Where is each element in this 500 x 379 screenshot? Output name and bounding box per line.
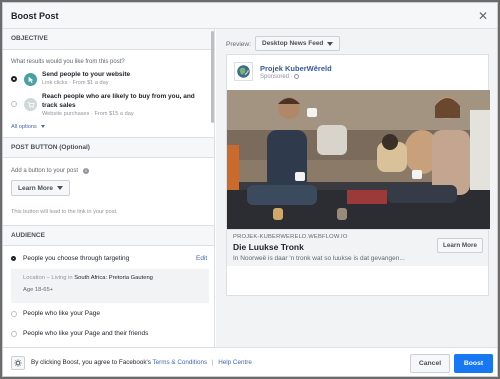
link-description: In Noorweë is daar 'n tronk wat so luuks…: [233, 255, 405, 262]
terms-link[interactable]: Terms & Conditions: [153, 359, 208, 366]
cta-learn-more-button[interactable]: Learn More: [437, 238, 483, 253]
dialog-footer: By clicking Boost, you agree to Facebook…: [3, 347, 497, 376]
audience-header: AUDIENCE: [3, 225, 214, 246]
objective-header: OBJECTIVE: [3, 29, 214, 50]
objective-radio[interactable]: [11, 101, 17, 107]
link-headline: Die Luukse Tronk: [233, 242, 304, 252]
audience-option-label: People who like your Page: [23, 310, 100, 317]
page-avatar[interactable]: [234, 62, 253, 81]
gear-icon: [14, 359, 22, 367]
footer-separator: |: [211, 359, 214, 366]
audience-option-label: People who like your Page and their frie…: [23, 330, 149, 337]
ad-image[interactable]: [227, 90, 490, 229]
cancel-button[interactable]: Cancel: [410, 354, 450, 373]
chevron-down-icon: [57, 186, 64, 190]
cursor-icon: [24, 73, 37, 86]
post-button-header: POST BUTTON (Optional): [3, 137, 214, 158]
left-panel-scrollbar[interactable]: [211, 31, 214, 123]
audience-option-label: People you choose through targeting: [23, 255, 130, 262]
objective-option-title: Send people to your website: [42, 71, 131, 78]
objective-radio-selected[interactable]: [11, 76, 17, 82]
post-button-dropdown[interactable]: Learn More: [11, 180, 71, 196]
audience-radio-selected[interactable]: [11, 256, 16, 261]
targeting-summary: Location – Living in South Africa: Preto…: [11, 269, 209, 303]
preview-panel: Preview: Desktop News Feed Projek KuberW…: [216, 29, 497, 347]
chevron-down-icon: [40, 125, 45, 128]
boost-button[interactable]: Boost: [454, 354, 493, 373]
audience-radio[interactable]: [11, 331, 17, 337]
audience-radio[interactable]: [11, 311, 17, 317]
audience-edit-link[interactable]: Edit: [196, 255, 207, 262]
location-line: Location – Living in South Africa: Preto…: [23, 275, 153, 281]
settings-button[interactable]: [11, 356, 25, 370]
objective-option-subtitle: Link clicks · From $1 a day: [42, 80, 109, 86]
preview-label: Preview:: [226, 41, 251, 48]
shopping-cart-icon: [24, 98, 37, 111]
sponsored-line: Sponsored ·: [260, 74, 300, 81]
sponsored-label: Sponsored ·: [260, 74, 293, 81]
placement-dropdown[interactable]: Desktop News Feed: [255, 36, 341, 51]
help-centre-link[interactable]: Help Centre: [218, 359, 252, 366]
settings-panel: OBJECTIVE What results would you like fr…: [3, 29, 215, 347]
globe-logo-icon: [237, 65, 250, 78]
ad-preview-card: Projek KuberWêreld Sponsored · PROJEK-KU…: [226, 54, 490, 296]
boost-post-dialog: Boost Post ✕ OBJECTIVE What results woul…: [2, 2, 498, 377]
page-name[interactable]: Projek KuberWêreld: [260, 64, 332, 73]
terms-prefix: By clicking Boost, you agree to Facebook…: [31, 359, 151, 366]
post-button-note: This button will lead to the link in you…: [11, 209, 118, 215]
dialog-title: Boost Post: [11, 10, 59, 21]
objective-option-title: Reach people who are likely to buy from …: [42, 93, 195, 109]
objective-option-subtitle: Website purchases · From $15 a day: [42, 111, 134, 117]
dialog-header: Boost Post ✕: [3, 3, 497, 29]
link-preview[interactable]: PROJEK-KUBERWERELD.WEBFLOW.IO Die Luukse…: [227, 229, 488, 266]
info-icon[interactable]: i: [83, 168, 89, 174]
post-button-label-row: Add a button to your post i: [11, 167, 89, 174]
all-options-toggle[interactable]: All options: [11, 123, 45, 130]
placement-value: Desktop News Feed: [262, 40, 324, 47]
chevron-down-icon: [327, 41, 334, 46]
location-prefix: Location – Living in: [23, 275, 73, 281]
close-icon[interactable]: ✕: [478, 10, 488, 22]
age-line: Age 18-65+: [23, 287, 54, 293]
post-button-label: Add a button to your post: [11, 168, 79, 174]
globe-icon: [294, 74, 300, 79]
objective-question: What results would you like from this po…: [11, 59, 125, 65]
post-button-value: Learn More: [18, 184, 54, 192]
link-domain: PROJEK-KUBERWERELD.WEBFLOW.IO: [233, 234, 348, 240]
location-value: South Africa: Pretoria Gauteng: [74, 275, 153, 281]
all-options-label: All options: [11, 124, 37, 130]
terms-text: By clicking Boost, you agree to Facebook…: [31, 359, 252, 366]
